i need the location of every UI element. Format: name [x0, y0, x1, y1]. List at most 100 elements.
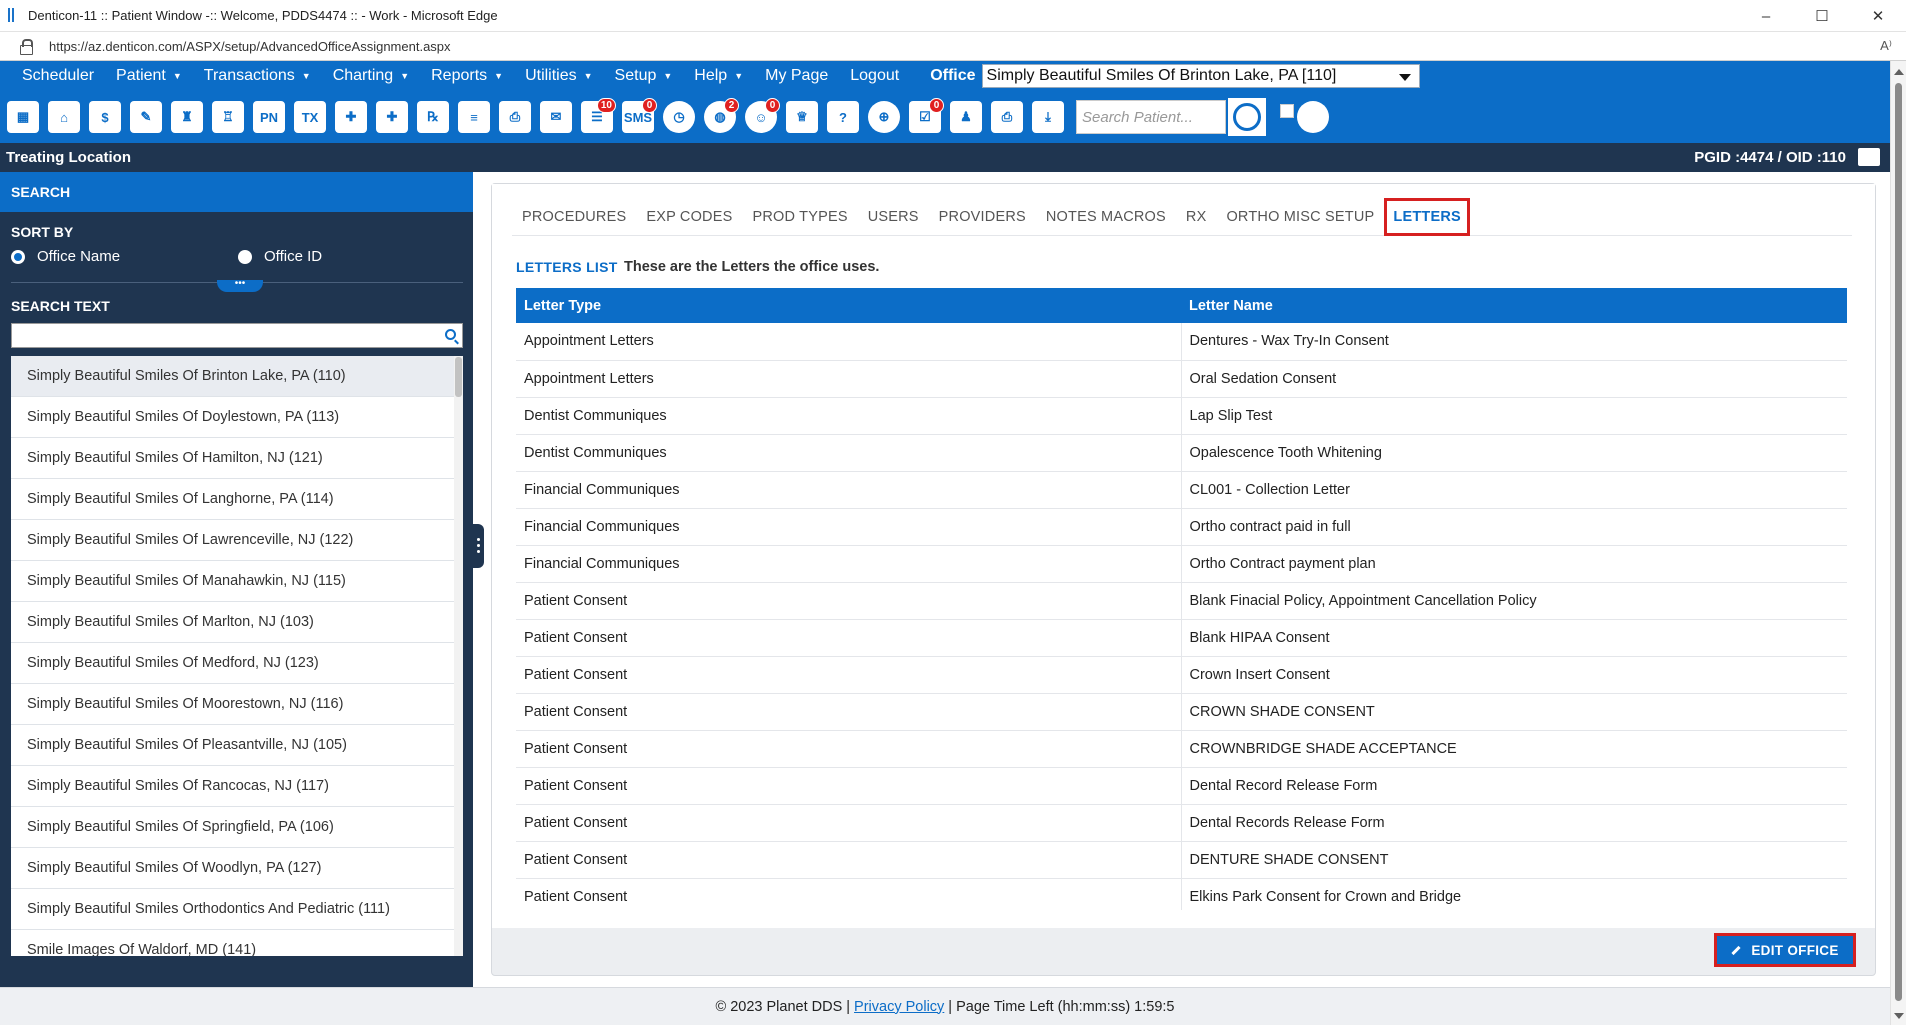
url-field[interactable]: https://az.denticon.com/ASPX/setup/Advan…	[49, 39, 451, 54]
office-select[interactable]: Simply Beautiful Smiles Of Brinton Lake,…	[981, 64, 1420, 88]
edit-office-button[interactable]: EDIT OFFICE	[1714, 933, 1856, 967]
tab-providers[interactable]: PROVIDERS	[929, 199, 1036, 235]
scroll-down-icon[interactable]	[1894, 1013, 1904, 1019]
menu-logout[interactable]: Logout	[839, 61, 910, 91]
tooth-perio-icon[interactable]: ♖	[209, 97, 247, 137]
office-list-item[interactable]: Simply Beautiful Smiles Of Moorestown, N…	[11, 684, 454, 725]
office-list-item[interactable]: Simply Beautiful Smiles Of Springfield, …	[11, 807, 454, 848]
support-icon[interactable]: ☺ 0	[742, 97, 780, 137]
calendar-icon[interactable]: ▦	[4, 97, 42, 137]
sms-icon[interactable]: SMS 0	[619, 97, 657, 137]
printer-icon[interactable]: ⎙	[988, 97, 1026, 137]
search-icon[interactable]	[445, 329, 456, 340]
sort-office-id-radio[interactable]: Office ID	[238, 248, 322, 265]
mail-icon[interactable]: ✉	[537, 97, 575, 137]
print-icon[interactable]	[1858, 148, 1880, 166]
radio-checked-icon[interactable]	[11, 249, 25, 264]
scroll-up-icon[interactable]	[1894, 69, 1904, 75]
search-patient-input[interactable]: Search Patient...	[1076, 100, 1226, 134]
prescription-icon[interactable]: ℞	[414, 97, 452, 137]
office-list-item[interactable]: Simply Beautiful Smiles Of Brinton Lake,…	[11, 356, 454, 397]
browser-scrollbar-thumb[interactable]	[1895, 83, 1902, 1001]
office-list-item[interactable]: Simply Beautiful Smiles Of Lawrenceville…	[11, 520, 454, 561]
patient-search-button[interactable]	[1228, 98, 1266, 136]
table-row[interactable]: Patient Consent CROWN SHADE CONSENT	[516, 693, 1847, 731]
close-button[interactable]: ✕	[1850, 0, 1906, 32]
tab-prod-types[interactable]: PROD TYPES	[742, 199, 857, 235]
tab-letters[interactable]: LETTERS	[1384, 197, 1470, 236]
column-header-letter-type[interactable]: Letter Type	[516, 288, 1181, 323]
staff-icon[interactable]: ♟	[947, 97, 985, 137]
treatment-icon[interactable]: TX	[291, 97, 329, 137]
message-icon[interactable]: ☰ 10	[578, 97, 616, 137]
office-list-item[interactable]: Simply Beautiful Smiles Of Rancocas, NJ …	[11, 766, 454, 807]
menu-charting[interactable]: Charting ▼	[322, 61, 420, 91]
document-icon[interactable]: ≡	[455, 97, 493, 137]
maximize-button[interactable]: ☐	[1794, 0, 1850, 32]
scan-icon[interactable]: ⎙	[496, 97, 534, 137]
menu-utilities[interactable]: Utilities ▼	[514, 61, 603, 91]
table-row[interactable]: Patient Consent Crown Insert Consent	[516, 656, 1847, 694]
tab-notes-macros[interactable]: NOTES MACROS	[1036, 199, 1176, 235]
clipboard-pencil-icon[interactable]: ✎	[127, 97, 165, 137]
tooth-chart-icon[interactable]: ♜	[168, 97, 206, 137]
list-scrollbar[interactable]	[454, 356, 463, 956]
splitter-handle[interactable]	[473, 524, 484, 568]
table-row[interactable]: Appointment Letters Dentures - Wax Try-In…	[516, 323, 1847, 361]
table-row[interactable]: Dentist Communiques Lap Slip Test	[516, 397, 1847, 435]
table-row[interactable]: Patient Consent CROWNBRIDGE SHADE ACCEPTA…	[516, 730, 1847, 768]
browser-scrollbar[interactable]	[1890, 61, 1906, 1025]
group-search-icon[interactable]	[1294, 97, 1332, 137]
add-patient-icon[interactable]: ✚	[332, 97, 370, 137]
menu-setup[interactable]: Setup ▼	[604, 61, 684, 91]
menu-patient[interactable]: Patient ▼	[105, 61, 193, 91]
menu-my-page[interactable]: My Page	[754, 61, 839, 91]
tab-procedures[interactable]: PROCEDURES	[512, 199, 636, 235]
collapse-toggle[interactable]: •••	[217, 279, 263, 292]
tab-users[interactable]: USERS	[858, 199, 929, 235]
tab-ortho-misc-setup[interactable]: ORTHO MISC SETUP	[1216, 199, 1384, 235]
home-icon[interactable]: ⌂	[45, 97, 83, 137]
tooth-icon[interactable]: ♕	[783, 97, 821, 137]
table-row[interactable]: Dentist Communiques Opalescence Tooth Whi…	[516, 434, 1847, 472]
radio-unchecked-icon[interactable]	[238, 249, 252, 264]
dropdown-arrow-icon[interactable]	[1398, 74, 1411, 81]
privacy-policy-link[interactable]: Privacy Policy	[854, 999, 944, 1015]
office-list-item[interactable]: Smile Images Of Waldorf, MD (141)	[11, 930, 454, 956]
table-row[interactable]: Patient Consent Dental Records Release Fo…	[516, 804, 1847, 842]
read-aloud-icon[interactable]: A⁾	[1880, 38, 1892, 54]
office-list-item[interactable]: Simply Beautiful Smiles Of Doylestown, P…	[11, 397, 454, 438]
menu-reports[interactable]: Reports ▼	[420, 61, 514, 91]
table-row[interactable]: Financial Communiques Ortho contract paid…	[516, 508, 1847, 546]
tab-exp-codes[interactable]: EXP CODES	[636, 199, 742, 235]
progress-notes-icon[interactable]: PN	[250, 97, 288, 137]
minimize-button[interactable]: –	[1738, 0, 1794, 32]
add-family-icon[interactable]: ✚	[373, 97, 411, 137]
menu-scheduler[interactable]: Scheduler	[0, 61, 105, 91]
list-scrollbar-thumb[interactable]	[455, 357, 462, 397]
office-list-item[interactable]: Simply Beautiful Smiles Of Medford, NJ (…	[11, 643, 454, 684]
toolbar-checkbox[interactable]	[1280, 104, 1294, 118]
menu-help[interactable]: Help ▼	[683, 61, 754, 91]
office-list-item[interactable]: Simply Beautiful Smiles Orthodontics And…	[11, 889, 454, 930]
table-row[interactable]: Patient Consent Blank Finacial Policy, Ap…	[516, 582, 1847, 620]
office-list-item[interactable]: Simply Beautiful Smiles Of Pleasantville…	[11, 725, 454, 766]
table-row[interactable]: Financial Communiques CL001 - Collection …	[516, 471, 1847, 509]
table-row[interactable]: Patient Consent Blank HIPAA Consent	[516, 619, 1847, 657]
download-icon[interactable]: ⤓	[1029, 97, 1067, 137]
checklist-icon[interactable]: ☑ 0	[906, 97, 944, 137]
table-row[interactable]: Appointment Letters Oral Sedation Consent	[516, 360, 1847, 398]
office-list-item[interactable]: Simply Beautiful Smiles Of Marlton, NJ (…	[11, 602, 454, 643]
office-list-item[interactable]: Simply Beautiful Smiles Of Woodlyn, PA (…	[11, 848, 454, 889]
tab-rx[interactable]: RX	[1176, 199, 1217, 235]
lock-icon[interactable]	[20, 39, 33, 55]
tooth-help-icon[interactable]: ?	[824, 97, 862, 137]
office-list-item[interactable]: Simply Beautiful Smiles Of Hamilton, NJ …	[11, 438, 454, 479]
table-row[interactable]: Financial Communiques Ortho Contract paym…	[516, 545, 1847, 583]
office-list-item[interactable]: Simply Beautiful Smiles Of Langhorne, PA…	[11, 479, 454, 520]
sort-office-name-radio[interactable]: Office Name	[11, 248, 120, 265]
search-text-input[interactable]	[11, 323, 463, 348]
table-row[interactable]: Patient Consent DENTURE SHADE CONSENT	[516, 841, 1847, 879]
table-row[interactable]: Patient Consent Elkins Park Consent for C…	[516, 878, 1847, 910]
clock-icon[interactable]: ◷	[660, 97, 698, 137]
